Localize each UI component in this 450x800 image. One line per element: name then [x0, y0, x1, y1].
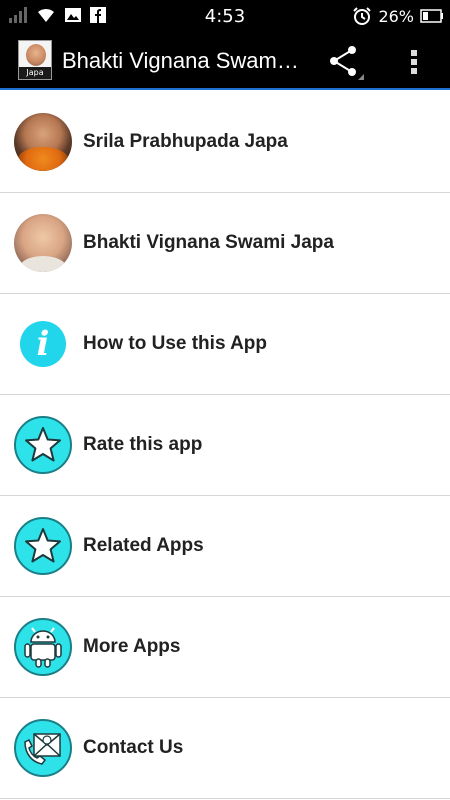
logo-tag: Japa	[19, 67, 51, 79]
menu-item-rate-app[interactable]: Rate this app	[0, 395, 450, 496]
menu-item-related-apps[interactable]: Related Apps	[0, 496, 450, 597]
action-bar: Japa Bhakti Vignana Swam…	[0, 32, 450, 90]
menu-item-how-to-use[interactable]: i How to Use this App	[0, 294, 450, 395]
android-icon	[14, 618, 72, 676]
info-icon: i	[14, 315, 72, 373]
menu-item-label: How to Use this App	[83, 333, 268, 354]
battery-percent: 26%	[378, 6, 414, 26]
menu-list: Srila Prabhupada Japa Bhakti Vignana Swa…	[0, 92, 450, 799]
menu-item-label: Bhakti Vignana Swami Japa	[83, 232, 334, 253]
menu-item-contact-us[interactable]: Contact Us	[0, 698, 450, 799]
menu-item-label: Rate this app	[83, 434, 203, 455]
menu-item-more-apps[interactable]: More Apps	[0, 597, 450, 698]
share-button[interactable]	[326, 44, 366, 80]
swami-photo-icon	[14, 214, 72, 272]
menu-item-swami-japa[interactable]: Bhakti Vignana Swami Japa	[0, 193, 450, 294]
share-icon	[330, 46, 364, 80]
overflow-menu-button[interactable]	[402, 46, 426, 78]
star-icon	[14, 517, 72, 575]
prabhupada-photo-icon	[14, 113, 72, 171]
overflow-menu-icon	[411, 50, 417, 74]
status-bar: 4:53 26%	[0, 0, 450, 32]
battery-icon	[420, 9, 443, 23]
menu-item-label: Srila Prabhupada Japa	[83, 131, 288, 152]
menu-item-label: Contact Us	[83, 737, 184, 758]
menu-item-prabhupada-japa[interactable]: Srila Prabhupada Japa	[0, 92, 450, 193]
page-title: Bhakti Vignana Swam…	[62, 48, 299, 73]
alarm-icon	[353, 7, 372, 25]
star-icon	[14, 416, 72, 474]
status-right-icons: 26%	[352, 6, 444, 26]
app-logo[interactable]: Japa	[18, 40, 52, 80]
menu-item-label: More Apps	[83, 636, 181, 657]
logo-face-image	[26, 44, 46, 66]
contact-icon	[14, 719, 72, 777]
menu-item-label: Related Apps	[83, 535, 204, 556]
